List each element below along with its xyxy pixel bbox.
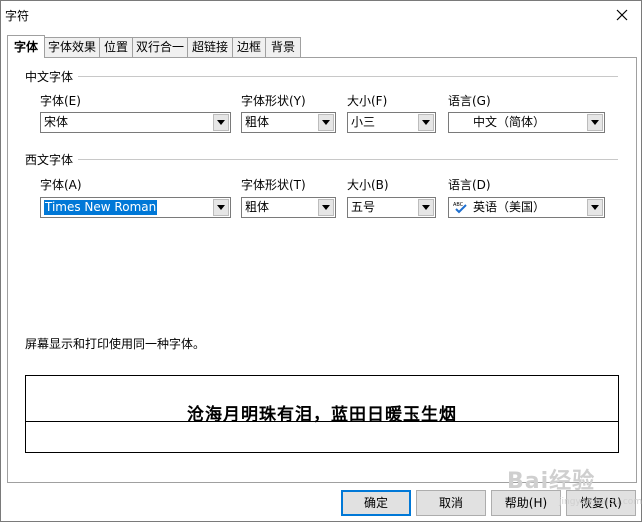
western-group-label: 西文字体: [25, 151, 78, 168]
dropdown-button[interactable]: [587, 114, 603, 131]
western-group-divider: [78, 159, 618, 160]
tab-background[interactable]: 背景: [265, 37, 301, 57]
window-title: 字符: [5, 9, 30, 23]
western-lang-label: 语言(D): [448, 178, 491, 192]
dropdown-button[interactable]: [418, 114, 434, 131]
western-style-value: 粗体: [245, 200, 270, 214]
ok-button[interactable]: 确定: [341, 490, 411, 516]
asian-lang-combo[interactable]: 中文（简体）: [448, 112, 605, 133]
asian-group-label: 中文字体: [25, 68, 78, 85]
asian-style-combo[interactable]: 粗体: [241, 112, 336, 133]
dropdown-button[interactable]: [587, 199, 603, 216]
character-dialog: 字符 字体 字体效果 位置 双行合一 超链接 边框 背景 中文字体 字体(E) …: [0, 0, 642, 522]
western-size-combo[interactable]: 五号: [347, 197, 436, 218]
western-font-combo[interactable]: Times New Roman: [40, 197, 231, 218]
western-lang-combo[interactable]: ABC 英语（美国）: [448, 197, 605, 218]
asian-font-combo[interactable]: 宋体: [40, 112, 231, 133]
chevron-down-icon: [217, 205, 225, 210]
tab-font-effects[interactable]: 字体效果: [44, 37, 100, 57]
asian-lang-label: 语言(G): [448, 94, 491, 108]
watermark-logo: Bai经验: [507, 469, 596, 494]
tab-font[interactable]: 字体: [7, 35, 45, 58]
tab-position[interactable]: 位置: [99, 37, 133, 57]
tab-two-lines[interactable]: 双行合一: [132, 37, 188, 57]
preview-sample-text: 沧海月明珠有泪，蓝田日暖玉生烟: [187, 405, 457, 425]
tab-borders[interactable]: 边框: [232, 37, 266, 57]
asian-lang-value: 中文（简体）: [473, 115, 546, 129]
asian-font-value: 宋体: [44, 115, 69, 129]
western-size-label: 大小(B): [347, 178, 389, 192]
asian-group-divider: [78, 76, 618, 77]
western-font-value: Times New Roman: [44, 200, 158, 215]
chevron-down-icon: [217, 120, 225, 125]
western-style-label: 字体形状(T): [241, 178, 306, 192]
cancel-button[interactable]: 取消: [416, 490, 486, 516]
asian-size-label: 大小(F): [347, 94, 388, 108]
dropdown-button[interactable]: [318, 114, 334, 131]
dropdown-button[interactable]: [213, 114, 229, 131]
spellcheck-icon: ABC: [453, 202, 467, 214]
chevron-down-icon: [591, 120, 599, 125]
western-lang-value: 英语（美国）: [473, 200, 546, 214]
asian-font-label: 字体(E): [40, 94, 81, 108]
chevron-down-icon: [422, 205, 430, 210]
chevron-down-icon: [322, 120, 330, 125]
asian-style-label: 字体形状(Y): [241, 94, 306, 108]
watermark-url: jingyan.baidu.com: [559, 497, 642, 507]
chevron-down-icon: [591, 205, 599, 210]
dropdown-button[interactable]: [418, 199, 434, 216]
close-button[interactable]: [609, 3, 635, 27]
dropdown-button[interactable]: [318, 199, 334, 216]
title-bar: 字符: [1, 1, 641, 29]
asian-style-value: 粗体: [245, 115, 270, 129]
font-preview: 沧海月明珠有泪，蓝田日暖玉生烟: [25, 375, 619, 453]
asian-size-value: 小三: [351, 115, 376, 129]
chevron-down-icon: [422, 120, 430, 125]
spellcheck-icon-text: ABC: [453, 202, 464, 208]
chevron-down-icon: [322, 205, 330, 210]
close-icon: [616, 9, 628, 21]
tab-strip: 字体 字体效果 位置 双行合一 超链接 边框 背景: [7, 35, 637, 58]
tab-panel: 中文字体 字体(E) 宋体 字体形状(Y) 粗体 大小(F) 小三 语言(G) …: [7, 57, 637, 483]
western-size-value: 五号: [351, 200, 376, 214]
tab-hyperlink[interactable]: 超链接: [187, 37, 233, 57]
dropdown-button[interactable]: [213, 199, 229, 216]
western-font-label: 字体(A): [40, 178, 82, 192]
western-style-combo[interactable]: 粗体: [241, 197, 336, 218]
same-font-note: 屏幕显示和打印使用同一种字体。: [25, 337, 206, 351]
asian-size-combo[interactable]: 小三: [347, 112, 436, 133]
